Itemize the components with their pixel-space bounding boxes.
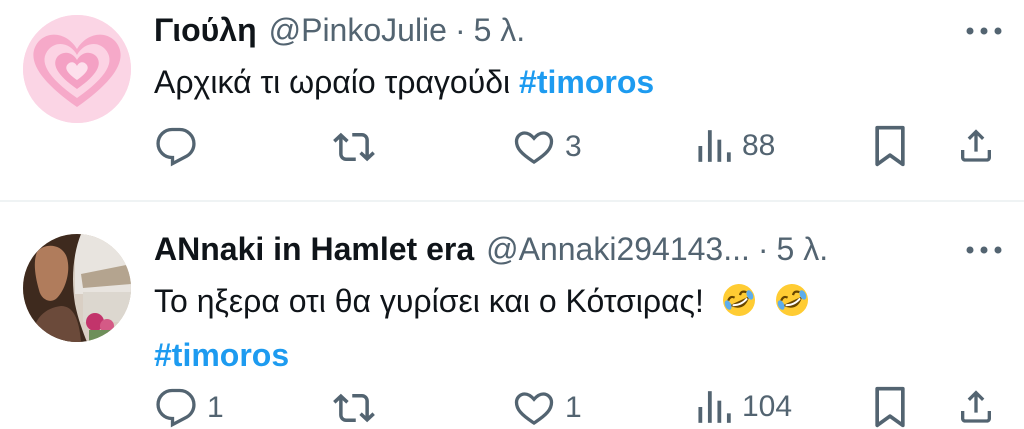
heart-avatar-image [23,15,131,123]
hashtag-link[interactable]: #timoros [154,337,289,373]
like-button[interactable]: 3 [513,126,582,168]
bookmark-icon [875,386,905,428]
share-icon [961,390,991,423]
timestamp[interactable]: 5 λ. [777,231,829,268]
share-button[interactable] [956,124,996,166]
share-icon [961,129,991,162]
separator-dot: · [757,231,769,267]
share-button[interactable] [956,385,996,427]
views-button[interactable]: 88 [694,126,775,166]
avatar[interactable] [23,15,131,123]
hashtag-link[interactable]: #timoros [519,64,654,100]
separator-dot: · [454,12,466,48]
more-options-button[interactable] [964,240,1004,260]
retweet-button[interactable] [331,387,377,429]
rofl-emoji-icon [722,284,755,316]
like-icon [514,392,554,426]
retweet-icon [333,132,375,162]
reply-icon [156,388,196,428]
more-dots-icon [966,246,1002,254]
reply-button[interactable] [155,126,197,168]
user-handle[interactable]: @PinkoJulie [269,12,447,49]
bookmark-button[interactable] [873,124,907,168]
reply-icon [156,127,196,167]
bookmark-button[interactable] [873,385,907,429]
reply-button[interactable]: 1 [155,387,224,429]
display-name[interactable]: ANnaki in Hamlet era [154,231,474,268]
like-icon [514,131,554,165]
timestamp[interactable]: 5 λ. [474,12,526,49]
tweet[interactable]: Γιούλη @PinkoJulie · 5 λ. Αρχικά τι ωραί… [0,0,1024,200]
views-button[interactable]: 104 [694,387,792,427]
views-count: 88 [742,129,776,162]
profile-photo-image [23,234,131,342]
tweet-header: ANnaki in Hamlet era @Annaki294143... · … [154,231,828,268]
views-icon [698,391,731,423]
views-count: 104 [742,390,793,423]
like-count: 3 [565,130,582,163]
tweet-body: Αρχικά τι ωραίο τραγούδι [154,64,511,100]
tweet-body: Το ηξερα οτι θα γυρίσει και ο Κότσιρας! [154,283,704,319]
tweet-text: Το ηξερα οτι θα γυρίσει και ο Κότσιρας! [154,274,810,382]
tweet[interactable]: ANnaki in Hamlet era @Annaki294143... · … [0,203,1024,428]
display-name[interactable]: Γιούλη [154,12,257,49]
tweet-text: Αρχικά τι ωραίο τραγούδι #timoros [154,55,654,109]
more-dots-icon [966,27,1002,35]
tweet-divider [0,200,1024,202]
avatar[interactable] [23,234,131,342]
retweet-button[interactable] [331,126,377,168]
retweet-icon [333,393,375,423]
like-button[interactable]: 1 [513,387,582,429]
views-icon [698,130,731,162]
user-handle[interactable]: @Annaki294143... [486,231,750,268]
tweet-header: Γιούλη @PinkoJulie · 5 λ. [154,12,525,49]
like-count: 1 [565,391,582,424]
bookmark-icon [875,125,905,167]
reply-count: 1 [207,391,224,424]
rofl-emoji-icon [775,284,808,316]
more-options-button[interactable] [964,21,1004,41]
